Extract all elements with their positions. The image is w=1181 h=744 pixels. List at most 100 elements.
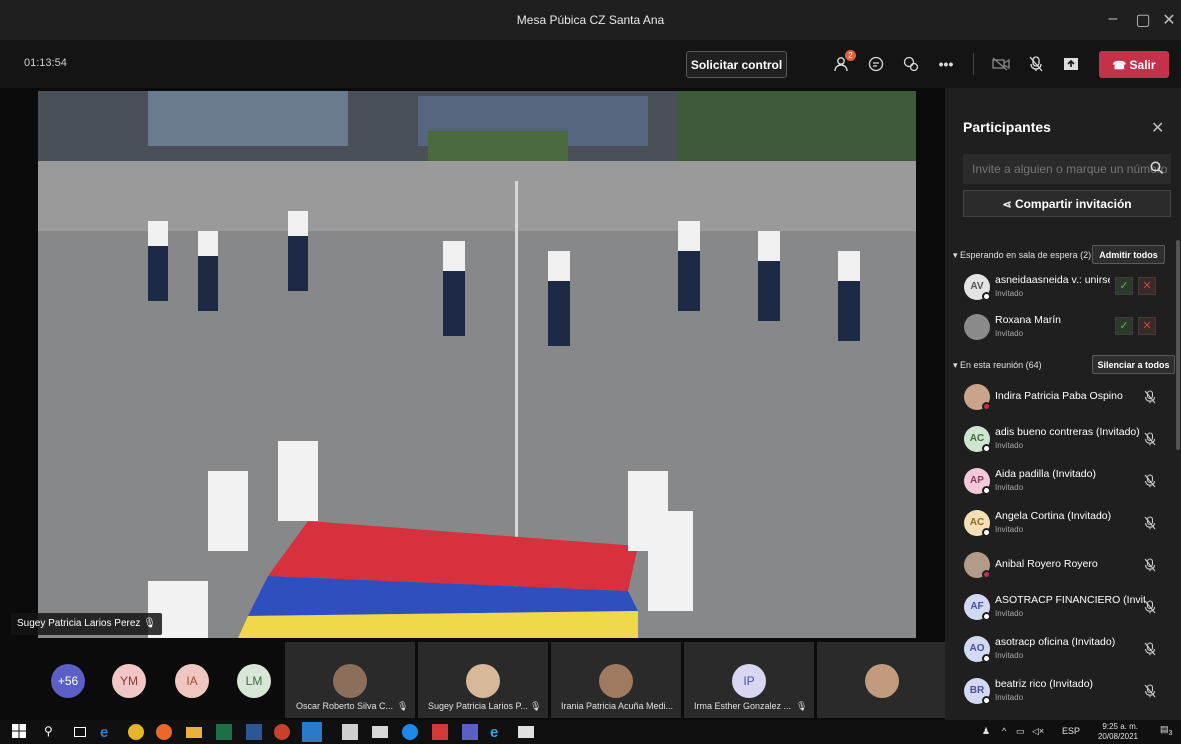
avatar bbox=[333, 664, 367, 698]
main-video[interactable] bbox=[38, 91, 916, 638]
search-icon[interactable]: ⚲ bbox=[44, 724, 60, 740]
maximize-icon[interactable]: ▢ bbox=[1131, 10, 1155, 30]
file-explorer-icon[interactable] bbox=[186, 727, 202, 738]
search-icon[interactable] bbox=[1150, 161, 1164, 180]
participant-name: Aida padilla (Invitado) bbox=[995, 468, 1096, 480]
list-item[interactable]: Indira Patricia Paba Ospino bbox=[945, 378, 1181, 418]
close-window-icon[interactable]: ✕ bbox=[1157, 10, 1181, 30]
clock[interactable]: 9:25 a. m. 20/08/2021 bbox=[1086, 722, 1138, 742]
clock-time: 9:25 a. m. bbox=[1102, 722, 1138, 731]
participant-tile[interactable]: Irania Patricia Acuña Medi... bbox=[551, 642, 681, 718]
meeting-section-header[interactable]: ▾ En esta reunión (64) bbox=[953, 360, 1042, 371]
calculator-icon[interactable] bbox=[342, 724, 358, 740]
mic-muted-icon[interactable] bbox=[1144, 474, 1156, 493]
overflow-avatar[interactable]: +56 bbox=[51, 664, 85, 698]
mic-muted-icon[interactable] bbox=[1144, 600, 1156, 619]
status-dot bbox=[982, 486, 991, 495]
firefox-icon[interactable] bbox=[156, 724, 172, 740]
participant-tile[interactable]: Oscar Roberto Silva C... 🎙 bbox=[285, 642, 415, 718]
edge-icon[interactable]: e bbox=[490, 724, 506, 741]
title-bar: Mesa Púbica CZ Santa Ana – ▢ ✕ bbox=[0, 0, 1181, 40]
mic-muted-icon[interactable] bbox=[1144, 642, 1156, 661]
status-dot bbox=[982, 528, 991, 537]
mic-muted-icon[interactable] bbox=[1144, 390, 1156, 409]
teams-icon[interactable] bbox=[462, 724, 478, 740]
powerpoint-icon[interactable] bbox=[274, 724, 290, 740]
show-hidden-icons-icon[interactable]: ^ bbox=[1002, 726, 1006, 736]
participant-tile[interactable]: Sugey Patricia Larios P... 🎙 bbox=[418, 642, 548, 718]
minimize-icon[interactable]: – bbox=[1101, 10, 1125, 28]
window-title: Mesa Púbica CZ Santa Ana bbox=[516, 13, 665, 27]
skype-icon[interactable] bbox=[402, 724, 418, 740]
notification-count: 3 bbox=[1168, 729, 1173, 737]
list-item[interactable]: Roxana Marín Invitado ✓ ✕ bbox=[945, 308, 1181, 348]
list-item[interactable]: AO asotracp oficina (Invitado) Invitado bbox=[945, 630, 1181, 670]
deny-x-icon[interactable]: ✕ bbox=[1138, 317, 1156, 335]
notification-icon[interactable]: ▤3 bbox=[1160, 724, 1172, 737]
network-icon[interactable]: ▭ bbox=[1016, 726, 1025, 737]
invite-search-input[interactable] bbox=[963, 154, 1171, 184]
mic-muted-icon[interactable] bbox=[1144, 684, 1156, 703]
windows-start-icon[interactable] bbox=[12, 724, 28, 740]
waiting-section-header[interactable]: ▾ Esperando en sala de espera (2) bbox=[953, 250, 1091, 261]
more-options-icon[interactable]: ••• bbox=[935, 53, 957, 75]
avatar[interactable]: IA bbox=[175, 664, 209, 698]
admit-check-icon[interactable]: ✓ bbox=[1115, 277, 1133, 295]
mic-muted-icon[interactable] bbox=[1144, 432, 1156, 451]
participant-tile[interactable] bbox=[817, 642, 947, 718]
participant-name: Angela Cortina (Invitado) bbox=[995, 510, 1112, 522]
list-item[interactable]: AP Aida padilla (Invitado) Invitado bbox=[945, 462, 1181, 502]
chrome-icon[interactable] bbox=[128, 724, 144, 740]
outlook-icon[interactable] bbox=[302, 722, 322, 742]
status-dot bbox=[982, 402, 991, 411]
admit-check-icon[interactable]: ✓ bbox=[1115, 317, 1133, 335]
reactions-icon[interactable] bbox=[900, 53, 922, 75]
meeting-label: En esta reunión (64) bbox=[960, 360, 1042, 370]
deny-x-icon[interactable]: ✕ bbox=[1138, 277, 1156, 295]
participant-role: Invitado bbox=[995, 651, 1024, 660]
language-indicator[interactable]: ESP bbox=[1062, 726, 1080, 736]
video-editor-icon[interactable] bbox=[372, 726, 388, 738]
participant-tile[interactable]: IP Irma Esther Gonzalez ... 🎙 bbox=[684, 642, 814, 718]
security-icon[interactable] bbox=[432, 724, 448, 740]
share-screen-icon[interactable] bbox=[1060, 53, 1082, 75]
avatar[interactable]: LM bbox=[237, 664, 271, 698]
request-control-button[interactable]: Solicitar control bbox=[686, 51, 787, 78]
chat-icon[interactable] bbox=[865, 53, 887, 75]
toolbar-divider bbox=[973, 53, 974, 75]
share-invite-button[interactable]: ⋖ Compartir invitación bbox=[963, 190, 1171, 217]
edge-legacy-icon[interactable]: e bbox=[100, 724, 116, 741]
mic-muted-icon: 🎙 bbox=[796, 701, 808, 711]
task-view-icon[interactable] bbox=[74, 727, 86, 737]
list-item[interactable]: AC adis bueno contreras (Invitado) Invit… bbox=[945, 420, 1181, 460]
status-dot bbox=[982, 654, 991, 663]
status-dot bbox=[982, 570, 991, 579]
list-item[interactable]: Anibal Royero Royero bbox=[945, 546, 1181, 586]
excel-icon[interactable] bbox=[216, 724, 232, 740]
tile-name: Irania Patricia Acuña Medi... bbox=[561, 701, 674, 711]
mute-all-button[interactable]: Silenciar a todos bbox=[1092, 355, 1175, 374]
tile-name: Oscar Roberto Silva C... bbox=[296, 701, 394, 711]
mic-off-icon[interactable] bbox=[1025, 53, 1047, 75]
mail-icon[interactable] bbox=[518, 726, 534, 738]
panel-scrollbar[interactable] bbox=[1176, 240, 1180, 450]
list-item[interactable]: AF ASOTRACP FINANCIERO (Invit... Invitad… bbox=[945, 588, 1181, 628]
list-item[interactable]: AV asneidaasneida v.: unirse... Invitado… bbox=[945, 268, 1181, 308]
admit-all-button[interactable]: Admitir todos bbox=[1092, 245, 1165, 264]
meeting-timer: 01:13:54 bbox=[24, 57, 67, 69]
close-icon[interactable]: ✕ bbox=[1151, 118, 1164, 138]
share-invite-label: Compartir invitación bbox=[1014, 196, 1132, 211]
mic-muted-icon[interactable] bbox=[1144, 516, 1156, 535]
people-tray-icon[interactable]: ♟ bbox=[982, 726, 990, 737]
list-item[interactable]: AC Angela Cortina (Invitado) Invitado bbox=[945, 504, 1181, 544]
avatar[interactable]: YM bbox=[112, 664, 146, 698]
leave-button[interactable]: ☎ Salir bbox=[1099, 51, 1169, 78]
speaker-name: Sugey Patricia Larios Perez bbox=[17, 618, 141, 629]
camera-off-icon[interactable] bbox=[990, 53, 1012, 75]
tile-name: Sugey Patricia Larios P... bbox=[428, 701, 528, 711]
status-dot bbox=[982, 696, 991, 705]
volume-icon[interactable]: ◁× bbox=[1032, 726, 1044, 737]
list-item[interactable]: BR beatriz rico (Invitado) Invitado bbox=[945, 672, 1181, 712]
mic-muted-icon[interactable] bbox=[1144, 558, 1156, 577]
word-icon[interactable] bbox=[246, 724, 262, 740]
